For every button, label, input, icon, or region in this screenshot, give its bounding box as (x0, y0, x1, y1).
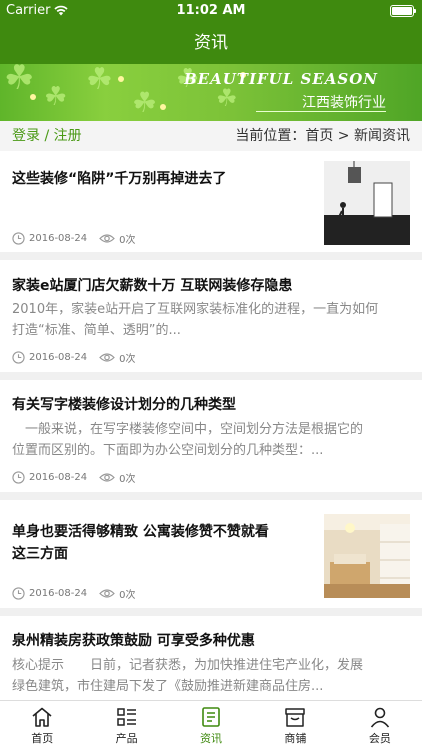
flower-icon (30, 94, 36, 100)
eye-icon (99, 473, 115, 482)
banner-heading: BEAUTIFUL SEASON (183, 70, 378, 88)
banner-divider (256, 111, 386, 112)
breadcrumb: 登录 / 注册 当前位置：首页 > 新闻资讯 (0, 121, 422, 151)
thumbnail-image (324, 514, 410, 598)
auth-separator: / (44, 128, 50, 144)
tab-member[interactable]: 会员 (338, 701, 422, 750)
tab-home[interactable]: 首页 (0, 701, 84, 750)
clock-icon (12, 351, 25, 364)
clock-icon (12, 232, 25, 245)
banner-subtitle: 江西装饰行业 (302, 95, 386, 111)
flower-icon (118, 76, 124, 82)
banner: ☘ ☘ ☘ ☘ ☘ ☘ BEAUTIFUL SEASON 江西装饰行业 (0, 64, 422, 121)
battery-icon (390, 5, 416, 17)
flower-icon (160, 104, 166, 110)
tab-news[interactable]: 资讯 (169, 701, 253, 750)
article-title[interactable]: 家装e站厦门店欠薪数十万 互联网装修存隐患 (12, 275, 292, 297)
article-meta: 2016-08-24 0次 (12, 586, 136, 601)
article-item[interactable]: 单身也要活得够精致 公寓装修赞不赞就看 这三方面 2016-08-24 0次 (0, 500, 422, 608)
auth-links: 登录 / 注册 (12, 121, 82, 151)
article-summary-line: 绿色建筑，市住建局下发了《鼓励推进新建商品住房... (12, 679, 324, 694)
page-title: 资讯 (194, 33, 228, 53)
article-date: 2016-08-24 (29, 233, 88, 244)
article-summary-line: 打造“标准、简单、透明”的... (12, 323, 181, 338)
clock-icon (12, 471, 25, 484)
eye-icon (99, 234, 115, 243)
article-title[interactable]: 这些装修“陷阱”千万别再掉进去了 (12, 168, 226, 190)
article-item[interactable]: 泉州精装房获政策鼓励 可享受多种优惠 核心提示 日前，记者获悉，为加快推进住宅产… (0, 616, 422, 700)
article-item[interactable]: 有关写字楼装修设计划分的几种类型 一般来说，在写字楼装修空间中，空间划分方法是根… (0, 380, 422, 492)
user-icon (370, 707, 389, 728)
tab-bar: 首页 产品 资讯 商铺 会员 (0, 700, 422, 750)
article-title-line2[interactable]: 这三方面 (12, 543, 68, 565)
article-views: 0次 (119, 474, 136, 485)
article-date: 2016-08-24 (29, 352, 88, 363)
clover-icon: ☘ (4, 64, 35, 98)
article-title[interactable]: 有关写字楼装修设计划分的几种类型 (12, 394, 236, 416)
article-meta: 2016-08-24 0次 (12, 350, 136, 365)
nav-bar: 资讯 (0, 22, 422, 64)
article-views: 0次 (119, 354, 136, 365)
clover-icon: ☘ (86, 64, 113, 97)
status-bar: Carrier 11:02 AM (0, 0, 422, 22)
article-summary-line: 核心提示 日前，记者获悉，为加快推进住宅产业化，发展 (12, 658, 364, 673)
login-link[interactable]: 登录 (12, 128, 40, 144)
article-summary-line: 2010年，家装e站开启了互联网家装标准化的进程，一直为如何 (12, 302, 379, 317)
article-summary-line: 一般来说，在写字楼装修空间中，空间划分方法是根据它的 (12, 422, 364, 437)
tab-label: 商铺 (284, 732, 307, 745)
article-title[interactable]: 泉州精装房获政策鼓励 可享受多种优惠 (12, 630, 255, 652)
tab-shop[interactable]: 商铺 (253, 701, 337, 750)
grid-list-icon (116, 708, 136, 726)
article-item[interactable]: 家装e站厦门店欠薪数十万 互联网装修存隐患 2010年，家装e站开启了互联网家装… (0, 260, 422, 372)
eye-icon (99, 589, 115, 598)
article-date: 2016-08-24 (29, 472, 88, 483)
tab-label: 产品 (115, 732, 138, 745)
article-views: 0次 (119, 235, 136, 246)
tab-label: 资讯 (200, 732, 223, 745)
article-title[interactable]: 单身也要活得够精致 公寓装修赞不赞就看 (12, 521, 269, 543)
tab-label: 首页 (31, 732, 54, 745)
home-icon (32, 707, 52, 727)
article-date: 2016-08-24 (29, 588, 88, 599)
news-icon (202, 707, 220, 727)
article-meta: 2016-08-24 0次 (12, 470, 136, 485)
article-views: 0次 (119, 590, 136, 601)
article-meta: 2016-08-24 0次 (12, 231, 136, 246)
thumbnail-image (324, 161, 410, 245)
tab-products[interactable]: 产品 (84, 701, 168, 750)
article-summary-line: 位置而区别的。下面即为办公空间划分的几种类型：... (12, 443, 324, 458)
eye-icon (99, 353, 115, 362)
article-item[interactable]: 这些装修“陷阱”千万别再掉进去了 2016-08-24 0次 (0, 151, 422, 252)
clover-icon: ☘ (216, 84, 238, 112)
article-thumbnail[interactable] (324, 514, 410, 598)
shop-icon (285, 708, 306, 727)
article-thumbnail[interactable] (324, 161, 410, 245)
clock-icon (12, 587, 25, 600)
clock: 11:02 AM (176, 3, 246, 18)
tab-label: 会员 (368, 732, 391, 745)
current-location: 当前位置：首页 > 新闻资讯 (235, 128, 410, 144)
clover-icon: ☘ (44, 82, 68, 112)
register-link[interactable]: 注册 (54, 128, 82, 144)
clover-icon: ☘ (132, 86, 158, 119)
